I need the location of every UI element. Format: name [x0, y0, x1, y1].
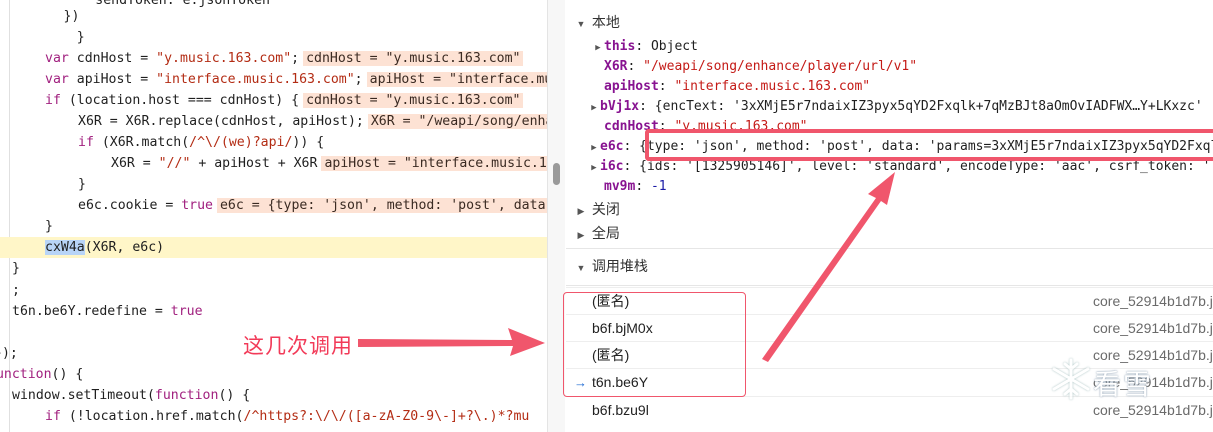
callstack-frame[interactable]: b6f.bzu9l core_52914b1d7b.js — [566, 396, 1213, 423]
caret-right-icon: ▶ — [591, 103, 597, 113]
callstack-frame[interactable]: b6f.bjM0x core_52914b1d7b.js — [566, 314, 1213, 341]
scope-section-global[interactable]: ▶ 全局 — [566, 221, 1213, 245]
section-label: 全局 — [591, 225, 620, 241]
frame-name: (匿名) — [592, 293, 630, 309]
callstack-frame[interactable]: (匿名) core_52914b1d7b.js — [566, 287, 1213, 314]
code-line-apihost: var apiHost = "interface.music.163.com";… — [45, 69, 547, 90]
scope-section-closure[interactable]: ▶ 关闭 — [566, 197, 1213, 221]
frame-source[interactable]: core_52914b1d7b.js — [1093, 342, 1213, 369]
code-line-cdnhost: var cdnHost = "y.music.163.com"; cdnHost … — [45, 48, 524, 69]
scope-var-e6c[interactable]: ▶ e6c: {type: 'json', method: 'post', dat… — [588, 137, 1213, 157]
caret-right-icon: ▶ — [591, 163, 597, 173]
caret-right-icon: ▶ — [591, 143, 597, 153]
inline-value: cdnHost = "y.music.163.com" — [303, 51, 524, 66]
frame-source[interactable]: core_52914b1d7b.js — [1093, 397, 1213, 424]
caret-right-icon: ▶ — [577, 206, 585, 216]
divider — [566, 248, 1213, 249]
annotation-text: 这几次调用 — [243, 334, 353, 358]
arrow-right-icon: → — [574, 375, 587, 390]
code-line: } — [45, 219, 53, 234]
callstack-frame[interactable]: (匿名) core_52914b1d7b.js — [566, 341, 1213, 368]
code-line-replace: X6R = X6R.replace(cdnHost, apiHost); X6R … — [78, 111, 547, 132]
scope-var-mv9m[interactable]: mv9m: -1 — [604, 177, 667, 197]
code-line-concat: X6R = "//" + apiHost + X6R apiHost = "int… — [111, 153, 547, 174]
inline-value: apiHost = "interface.music.163.com" — [321, 156, 547, 171]
caret-down-icon: ▼ — [576, 19, 586, 29]
code-line: }) — [0, 9, 80, 24]
code-line-if-match: if (X6R.match(/^\/(we)?api/)) { — [78, 135, 325, 150]
code-line-if-host: if (location.host === cdnHost) {cdnHost … — [45, 90, 524, 111]
code-line: ; — [12, 283, 20, 298]
code-scrollbar[interactable] — [547, 0, 565, 432]
section-label: 本地 — [591, 14, 620, 30]
callstack-frame-current[interactable]: → t6n.be6Y core_52914b1d7b.js — [566, 368, 1213, 395]
section-label: 关闭 — [591, 201, 620, 217]
code-line-href-match: if (!location.href.match(/^https?:\/\/([… — [45, 409, 530, 424]
frame-name: b6f.bjM0x — [592, 320, 653, 336]
frame-source[interactable]: core_52914b1d7b.js — [1093, 288, 1213, 315]
selected-token: cxW4a — [45, 240, 85, 255]
source-code-pane[interactable]: sendToken: e.jsonToken }) } var cdnHost … — [0, 0, 547, 432]
frame-name: b6f.bzu9l — [592, 402, 649, 418]
scope-var-apihost[interactable]: apiHost: "interface.music.163.com" — [604, 77, 870, 97]
frame-source[interactable]: core_52914b1d7b.js — [1093, 369, 1213, 396]
caret-down-icon: ▼ — [576, 263, 586, 273]
code-line-cookie: e6c.cookie = true e6c = {type: 'json', me… — [78, 195, 547, 216]
code-line-timeout: window.setTimeout(function() { — [12, 388, 251, 403]
scope-var-x6r[interactable]: X6R: "/weapi/song/enhance/player/url/v1" — [604, 57, 917, 77]
scrollbar-thumb[interactable] — [553, 163, 560, 185]
scope-var-this[interactable]: ▶ this: Object — [592, 37, 698, 57]
inline-value: cdnHost = "y.music.163.com" — [303, 93, 524, 108]
code-line: } — [45, 30, 85, 45]
frame-name: (匿名) — [592, 347, 630, 363]
scope-section-local[interactable]: ▼ 本地 — [566, 10, 1213, 34]
inline-value: e6c = {type: 'json', method: 'post', dat… — [216, 198, 547, 213]
scope-pane: ▼ 本地 ▶ this: Object X6R: "/weapi/song/enh… — [566, 0, 1213, 432]
section-label: 调用堆栈 — [591, 258, 648, 274]
callstack-header[interactable]: ▼ 调用堆栈 — [566, 254, 1213, 278]
caret-right-icon: ▶ — [577, 230, 585, 240]
paused-line-highlight[interactable]: cxW4a(X6R, e6c) — [0, 237, 547, 258]
divider — [566, 285, 1213, 286]
frame-name: t6n.be6Y — [592, 374, 649, 390]
scope-var-i6c[interactable]: ▶ i6c: {ids: '[1325905146]', level: 'stan… — [588, 157, 1213, 177]
code-line-function: function() { — [0, 367, 84, 382]
code-line: } — [78, 177, 86, 192]
code-line: }); — [0, 346, 18, 361]
frame-source[interactable]: core_52914b1d7b.js — [1093, 315, 1213, 342]
scope-var-cdnhost[interactable]: cdnHost: "y.music.163.com" — [604, 117, 808, 137]
code-line: } — [12, 261, 20, 276]
code-line-redefine: t6n.be6Y.redefine = true — [12, 304, 203, 319]
scope-var-bvj1x[interactable]: ▶ bVj1x: {encText: '3xXMjE5r7ndaixIZ3pyx5… — [588, 97, 1202, 117]
inline-value: apiHost = "interface.music.163.com" — [366, 72, 547, 87]
caret-right-icon: ▶ — [595, 43, 601, 53]
inline-value: X6R = "/weapi/song/enhance/player/url/v1… — [367, 114, 547, 129]
